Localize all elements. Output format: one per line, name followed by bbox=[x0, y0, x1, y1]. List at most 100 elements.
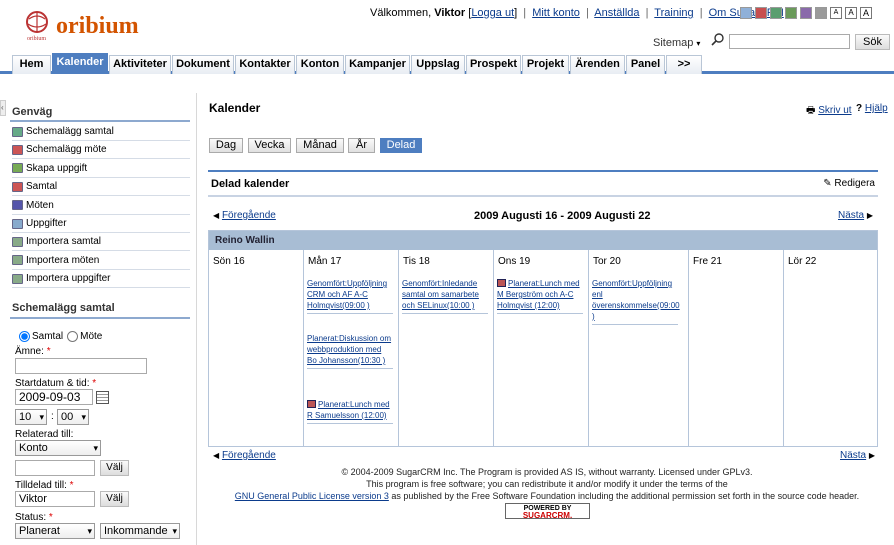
day-column-3: Ons 19 Planerat:Lunch med M Bergström och… bbox=[494, 250, 589, 446]
shortcut-item-1[interactable]: Schemalägg möte bbox=[12, 141, 190, 160]
call-radio[interactable] bbox=[19, 331, 30, 342]
shortcut-icon bbox=[12, 144, 23, 155]
training-link[interactable]: Training bbox=[654, 7, 693, 19]
related-choose-button[interactable]: Välj bbox=[100, 460, 129, 476]
theme-swatch-5[interactable] bbox=[815, 7, 827, 19]
day-label: Fre 21 bbox=[693, 256, 722, 267]
meeting-radio[interactable] bbox=[67, 331, 79, 342]
nav-tab-5[interactable]: Konton bbox=[296, 55, 344, 74]
direction-select[interactable]: Inkommande bbox=[100, 523, 180, 539]
shortcut-item-0[interactable]: Schemalägg samtal bbox=[12, 123, 190, 141]
nav-tab-10[interactable]: Ärenden bbox=[570, 55, 625, 74]
calendar-event[interactable]: Genomfört:Uppföljning enl överenskommels… bbox=[592, 278, 680, 325]
theme-swatch-3[interactable] bbox=[785, 7, 797, 19]
shared-calendar-grid: Reino Wallin Sön 16 Mån 17 Genomfört:Uppfö… bbox=[208, 230, 878, 447]
shortcut-label: Importera samtal bbox=[26, 236, 102, 248]
shortcut-icon bbox=[12, 236, 23, 247]
subject-input[interactable] bbox=[15, 358, 147, 374]
prev-link-top[interactable]: ◀ Föregående bbox=[213, 210, 276, 221]
nav-tab-3[interactable]: Dokument bbox=[172, 55, 234, 74]
view-tab-2[interactable]: Månad bbox=[296, 138, 344, 153]
calendar-event-link[interactable]: Genomfört:Inledande samtal om samarbete … bbox=[402, 279, 479, 310]
status-select[interactable]: Planerat bbox=[15, 523, 95, 539]
font-size-0[interactable]: A bbox=[830, 7, 842, 19]
printer-icon: 🖶 bbox=[806, 105, 816, 116]
view-tab-3[interactable]: År bbox=[348, 138, 375, 153]
shortcut-item-3[interactable]: Samtal bbox=[12, 178, 190, 197]
theme-swatch-2[interactable] bbox=[770, 7, 782, 19]
hour-select[interactable]: 10 bbox=[15, 409, 47, 425]
theme-swatch-1[interactable] bbox=[755, 7, 767, 19]
pencil-icon: ✎ bbox=[823, 178, 832, 189]
start-date-input[interactable]: 2009-09-03 bbox=[15, 389, 93, 405]
brand-logo[interactable]: oribium oribium bbox=[24, 8, 184, 42]
nav-tab-7[interactable]: Uppslag bbox=[411, 55, 465, 74]
logout-link[interactable]: Logga ut bbox=[471, 7, 514, 19]
nav-tab-11[interactable]: Panel bbox=[626, 55, 665, 74]
gpl-link[interactable]: GNU General Public License version 3 bbox=[235, 491, 389, 501]
powered-by-logo[interactable]: POWERED BY SUGARCRM. bbox=[505, 503, 590, 520]
theme-picker: AAA bbox=[740, 7, 872, 19]
calendar-event-link[interactable]: Genomfört:Uppföljning enl överenskommels… bbox=[592, 279, 680, 321]
shortcut-item-7[interactable]: Importera möten bbox=[12, 252, 190, 270]
calendar-event[interactable]: Genomfört:Inledande samtal om samarbete … bbox=[402, 278, 488, 314]
calendar-event-link[interactable]: Planerat:Diskussion om webbproduktion me… bbox=[307, 334, 391, 365]
nav-tab-6[interactable]: Kampanjer bbox=[345, 55, 410, 74]
theme-swatch-0[interactable] bbox=[740, 7, 752, 19]
my-account-link[interactable]: Mitt konto bbox=[532, 7, 580, 19]
related-select[interactable]: Konto bbox=[15, 440, 101, 456]
nav-tab-1[interactable]: Kalender bbox=[52, 53, 108, 74]
assigned-label: Tilldelad till: bbox=[15, 480, 67, 491]
shortcut-icon bbox=[12, 163, 23, 174]
assigned-choose-button[interactable]: Välj bbox=[100, 491, 129, 507]
print-link[interactable]: 🖶 Skriv ut bbox=[806, 103, 852, 120]
arrow-right-icon: ▶ bbox=[866, 211, 874, 220]
calendar-event-link[interactable]: Planerat:Lunch med R Samuelsson (12:00) bbox=[307, 400, 390, 420]
shortcut-item-2[interactable]: Skapa uppgift bbox=[12, 160, 190, 178]
shortcut-label: Schemalägg samtal bbox=[26, 126, 114, 137]
nav-tab-8[interactable]: Prospekt bbox=[466, 55, 521, 74]
calendar-event-link[interactable]: Genomfört:Uppföljning CRM och AF A-C Hol… bbox=[307, 279, 387, 310]
view-tab-0[interactable]: Dag bbox=[209, 138, 243, 153]
sitemap-link[interactable]: Sitemap ▾ bbox=[653, 37, 700, 49]
font-size-2[interactable]: A bbox=[860, 7, 872, 19]
search-button[interactable]: Sök bbox=[855, 34, 890, 50]
day-label: Lör 22 bbox=[788, 256, 817, 267]
shortcut-item-4[interactable]: Möten bbox=[12, 197, 190, 215]
search-input[interactable] bbox=[729, 34, 850, 49]
font-size-1[interactable]: A bbox=[845, 7, 857, 19]
day-label: Ons 19 bbox=[498, 256, 531, 267]
view-tab-4[interactable]: Delad bbox=[380, 138, 422, 153]
calendar-event[interactable]: Planerat:Lunch med M Bergström och A-C H… bbox=[497, 278, 583, 314]
shortcut-item-8[interactable]: Importera uppgifter bbox=[12, 270, 190, 289]
employees-link[interactable]: Anställda bbox=[594, 7, 639, 19]
nav-tab-12[interactable]: >> bbox=[666, 55, 702, 74]
shortcut-item-6[interactable]: Importera samtal bbox=[12, 233, 190, 252]
calendar-event[interactable]: Planerat:Lunch med R Samuelsson (12:00) bbox=[307, 399, 393, 424]
nav-tab-9[interactable]: Projekt bbox=[522, 55, 569, 74]
calendar-icon[interactable] bbox=[96, 391, 109, 404]
assigned-input[interactable]: Viktor bbox=[15, 491, 95, 507]
shortcut-icon bbox=[12, 255, 23, 266]
edit-link[interactable]: ✎ Redigera bbox=[823, 178, 875, 189]
next-link-top[interactable]: Nästa ▶ bbox=[838, 210, 873, 221]
theme-swatch-4[interactable] bbox=[800, 7, 812, 19]
footer-license-text: as published by the Free Software Founda… bbox=[391, 491, 860, 501]
shortcut-icon bbox=[12, 200, 23, 211]
related-input[interactable] bbox=[15, 460, 95, 476]
nav-tab-0[interactable]: Hem bbox=[12, 55, 51, 74]
nav-tab-2[interactable]: Aktiviteter bbox=[109, 55, 171, 74]
shortcut-label: Uppgifter bbox=[26, 218, 67, 229]
minute-select[interactable]: 00 bbox=[57, 409, 89, 425]
next-link-bottom[interactable]: Nästa ▶ bbox=[840, 450, 875, 461]
calendar-event[interactable]: Genomfört:Uppföljning CRM och AF A-C Hol… bbox=[307, 278, 393, 314]
prev-link-bottom[interactable]: ◀ Föregående bbox=[213, 450, 276, 461]
view-tab-1[interactable]: Vecka bbox=[248, 138, 291, 153]
nav-tab-4[interactable]: Kontakter bbox=[235, 55, 295, 74]
shortcut-label: Importera möten bbox=[26, 254, 100, 266]
calendar-event[interactable]: Planerat:Diskussion om webbproduktion me… bbox=[307, 333, 393, 369]
calendar-event-link[interactable]: Planerat:Lunch med M Bergström och A-C H… bbox=[497, 279, 580, 310]
help-link[interactable]: ? Hjälp bbox=[856, 103, 888, 114]
day-column-0: Sön 16 bbox=[209, 250, 304, 446]
shortcut-item-5[interactable]: Uppgifter bbox=[12, 215, 190, 233]
